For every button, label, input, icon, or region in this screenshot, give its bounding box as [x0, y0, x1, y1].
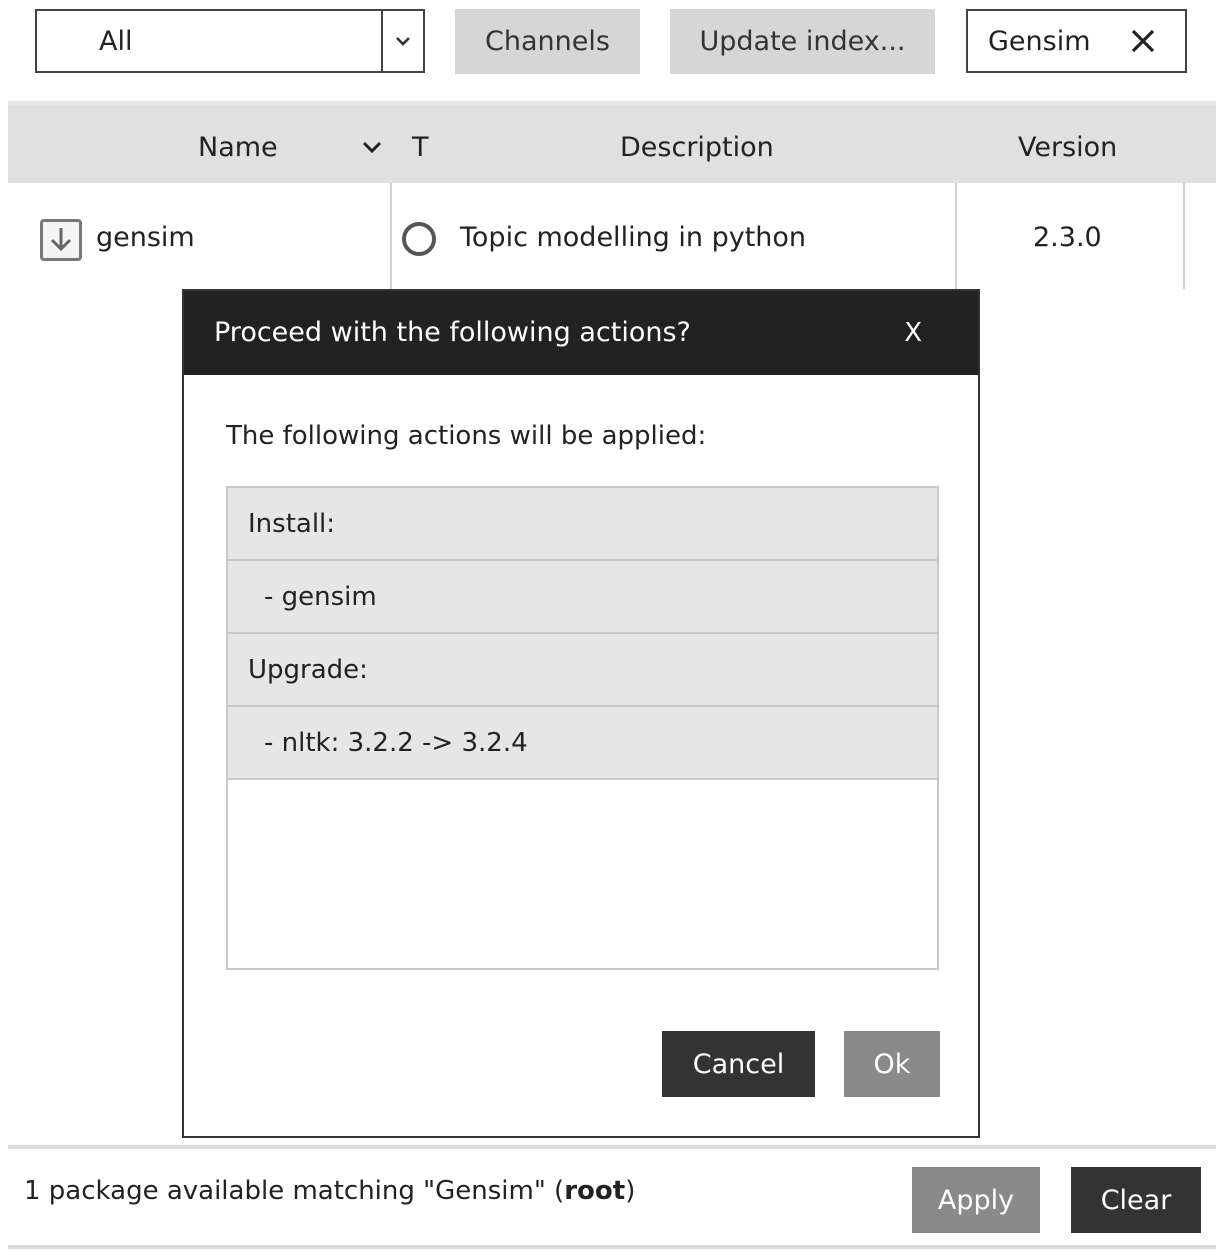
- action-section-upgrade: Upgrade:: [228, 634, 937, 707]
- package-description: Topic modelling in python: [460, 222, 807, 253]
- footer-bottom-divider: [8, 1245, 1216, 1249]
- clear-button[interactable]: Clear: [1071, 1167, 1201, 1233]
- dialog-intro-text: The following actions will be applied:: [226, 421, 707, 451]
- channels-button[interactable]: Channels: [455, 9, 640, 74]
- sort-chevron-icon[interactable]: [360, 135, 384, 159]
- search-input-value: Gensim: [988, 26, 1091, 57]
- status-environment: root: [564, 1176, 626, 1206]
- filter-select-value: All: [99, 26, 133, 57]
- apply-button[interactable]: Apply: [912, 1167, 1040, 1233]
- package-name: gensim: [96, 222, 195, 253]
- column-divider: [1183, 183, 1185, 289]
- install-checkbox-icon[interactable]: [40, 219, 82, 261]
- cancel-button[interactable]: Cancel: [662, 1031, 815, 1097]
- column-divider: [955, 183, 957, 289]
- table-header: Name T Description Version: [8, 105, 1216, 183]
- search-input[interactable]: Gensim: [966, 9, 1187, 73]
- actions-list: Install: - gensim Upgrade: - nltk: 3.2.2…: [226, 486, 939, 970]
- column-header-version[interactable]: Version: [1018, 105, 1117, 191]
- status-suffix: ): [625, 1176, 636, 1206]
- package-status-circle-icon: [400, 220, 438, 258]
- list-item: - gensim: [228, 561, 937, 634]
- ok-button[interactable]: Ok: [844, 1031, 940, 1097]
- package-filter-select[interactable]: All: [35, 9, 425, 73]
- chevron-down-icon[interactable]: [381, 11, 423, 71]
- status-prefix: 1 package available matching "Gensim" (: [24, 1176, 565, 1206]
- clear-search-icon[interactable]: [1129, 27, 1157, 55]
- update-index-button[interactable]: Update index...: [670, 9, 935, 74]
- column-divider: [390, 183, 392, 289]
- dialog-close-button[interactable]: X: [904, 291, 922, 375]
- dialog-header: Proceed with the following actions? X: [184, 291, 978, 375]
- dialog-title: Proceed with the following actions?: [214, 317, 691, 348]
- column-header-name[interactable]: Name: [198, 105, 278, 191]
- footer-divider: [8, 1145, 1216, 1149]
- column-header-description[interactable]: Description: [620, 105, 774, 191]
- package-version: 2.3.0: [1033, 222, 1102, 253]
- status-text: 1 package available matching "Gensim" (r…: [24, 1176, 635, 1206]
- list-item: - nltk: 3.2.2 -> 3.2.4: [228, 707, 937, 780]
- column-header-type[interactable]: T: [412, 105, 429, 191]
- confirm-actions-dialog: Proceed with the following actions? X Th…: [182, 289, 980, 1138]
- action-section-install: Install:: [228, 488, 937, 561]
